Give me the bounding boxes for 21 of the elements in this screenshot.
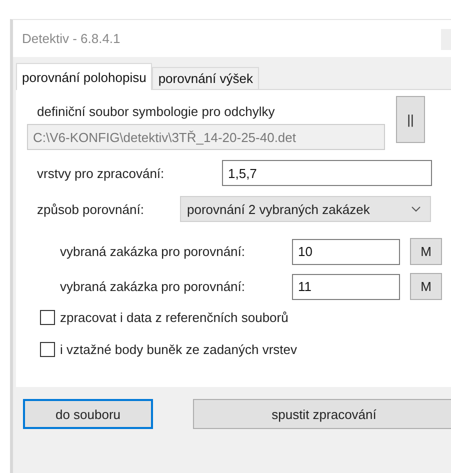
tab[interactable]: porovnání výšek bbox=[152, 67, 259, 89]
tab[interactable]: porovnání polohopisu bbox=[16, 63, 152, 90]
action-button[interactable]: do souboru bbox=[23, 399, 153, 429]
field-label: způsob porovnání: bbox=[37, 202, 145, 216]
window-title: Detektiv - 6.8.4.1 bbox=[22, 31, 120, 46]
chevron-icon bbox=[411, 206, 421, 212]
pick-button[interactable]: M bbox=[410, 273, 442, 300]
checkbox-label: i vztažné body buněk ze zadaných vrstev bbox=[60, 342, 298, 357]
checkbox[interactable] bbox=[40, 310, 55, 325]
input-field[interactable]: 10 bbox=[292, 238, 400, 264]
field-label: definiční soubor symbologie pro odchylky bbox=[37, 104, 276, 119]
dropdown[interactable]: porovnání 2 vybraných zakázek bbox=[180, 196, 431, 222]
pick-button[interactable]: M bbox=[410, 238, 442, 265]
input-field[interactable]: 11 bbox=[292, 274, 400, 300]
checkbox[interactable] bbox=[40, 342, 55, 357]
input-field[interactable]: 1,5,7 bbox=[222, 160, 432, 186]
checkbox-label: zpracovat i data z referenčních souborů bbox=[60, 310, 288, 325]
field-label: vybraná zakázka pro porovnání: bbox=[60, 279, 246, 294]
field-label: vybraná zakázka pro porovnání: bbox=[60, 244, 246, 259]
action-button[interactable]: spustit zpracování bbox=[193, 399, 451, 429]
field-label: vrstvy pro zpracování: bbox=[37, 166, 166, 180]
